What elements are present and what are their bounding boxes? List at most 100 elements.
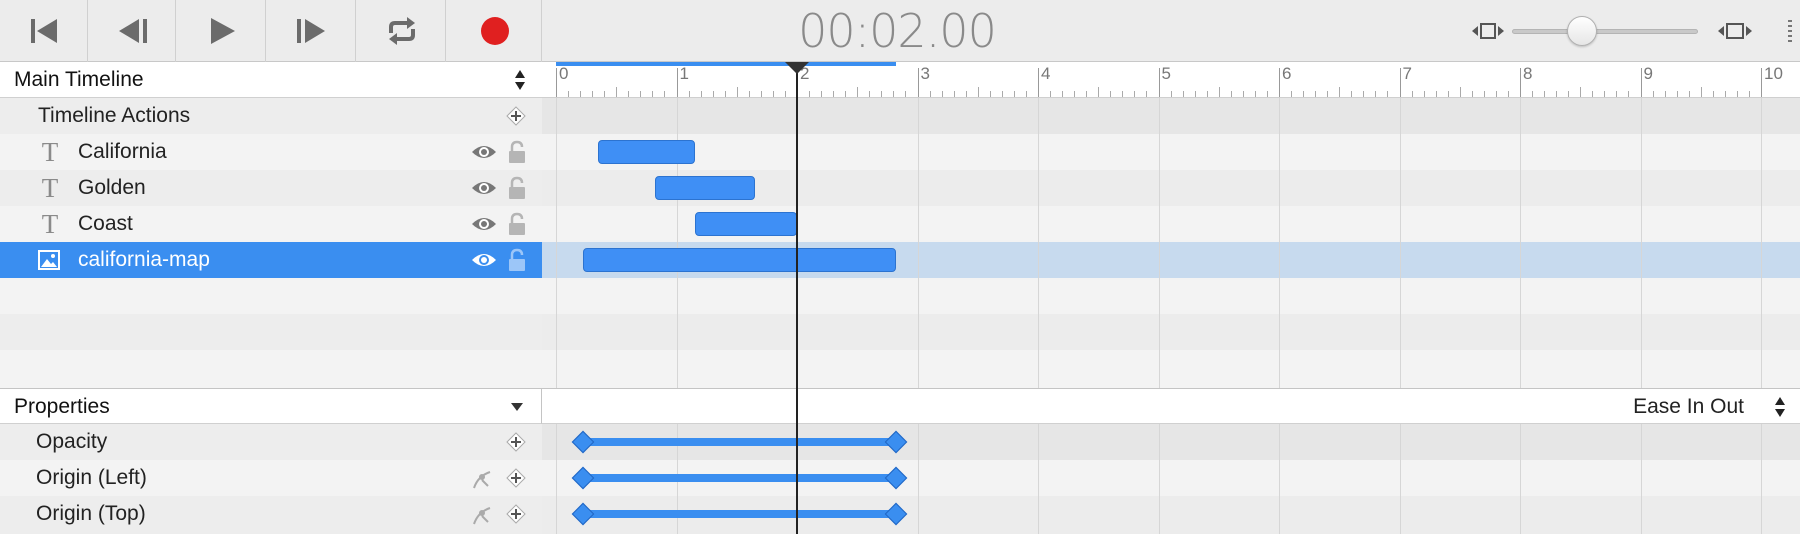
motion-path-icon[interactable] xyxy=(472,504,496,526)
zoom-knob[interactable] xyxy=(1566,16,1597,46)
step-back-button[interactable] xyxy=(88,0,176,62)
ruler-minor-tick xyxy=(712,91,714,97)
keyframe-transition-bar[interactable] xyxy=(582,474,896,482)
visibility-eye-icon[interactable] xyxy=(471,252,497,268)
ruler-major-tick xyxy=(1761,68,1762,97)
add-keyframe-icon[interactable] xyxy=(506,504,526,524)
ruler-minor-tick xyxy=(1724,91,1726,97)
stepper-arrows-icon[interactable] xyxy=(514,69,526,91)
property-tracks[interactable] xyxy=(542,424,1800,534)
ruler-minor-tick xyxy=(1254,91,1256,97)
track-lane[interactable] xyxy=(542,314,1800,350)
grid-line xyxy=(556,98,557,388)
motion-path-icon[interactable] xyxy=(472,468,496,490)
element-duration-bar[interactable] xyxy=(654,176,755,200)
ruler-minor-tick xyxy=(1387,91,1389,97)
grid-line xyxy=(1279,424,1280,534)
zoom-out-icon[interactable] xyxy=(1472,22,1504,40)
ruler-major-tick xyxy=(917,68,919,97)
ruler-minor-tick xyxy=(640,91,642,97)
element-label: california-map xyxy=(78,248,210,271)
element-duration-bar[interactable] xyxy=(694,212,797,236)
ruler-minor-tick xyxy=(1568,91,1570,97)
playhead-handle[interactable] xyxy=(785,62,809,74)
ruler-label: 0 xyxy=(559,64,569,83)
property-row-origin-top[interactable]: Origin (Top) xyxy=(0,496,542,534)
ruler-minor-tick xyxy=(1544,91,1546,97)
properties-header[interactable]: Properties xyxy=(0,388,542,424)
ruler-minor-tick xyxy=(1339,87,1341,97)
ruler-minor-tick xyxy=(1688,91,1690,97)
keyframe-transition-bar[interactable] xyxy=(582,438,896,446)
element-duration-bar[interactable] xyxy=(598,140,695,164)
text-element-icon: T xyxy=(41,173,59,203)
ruler-minor-tick xyxy=(1194,91,1196,97)
play-button[interactable] xyxy=(178,0,266,62)
visibility-eye-icon[interactable] xyxy=(471,144,497,160)
step-forward-button[interactable] xyxy=(268,0,356,62)
add-action-icon[interactable] xyxy=(506,106,526,126)
ruler-minor-tick xyxy=(1411,91,1413,97)
resize-grip-icon[interactable] xyxy=(1786,20,1794,42)
keyframe-transition-bar[interactable] xyxy=(582,510,896,518)
record-button[interactable] xyxy=(448,0,542,62)
step-forward-icon xyxy=(296,19,325,43)
ruler-minor-tick xyxy=(857,87,859,97)
ruler-minor-tick xyxy=(628,91,630,97)
timeline-tracks[interactable] xyxy=(542,98,1800,388)
property-label: Opacity xyxy=(36,430,108,453)
loop-button[interactable] xyxy=(358,0,446,62)
ruler-minor-tick xyxy=(760,91,762,97)
grid-line xyxy=(917,98,919,388)
stepper-arrows-icon[interactable] xyxy=(1774,396,1786,418)
ruler-minor-tick xyxy=(1230,91,1232,97)
element-duration-bar[interactable] xyxy=(582,248,896,272)
ruler-minor-tick xyxy=(616,87,618,97)
ruler-minor-tick xyxy=(953,91,955,97)
zoom-in-icon[interactable] xyxy=(1718,22,1752,40)
playhead[interactable] xyxy=(796,62,798,534)
lock-icon[interactable] xyxy=(508,212,526,236)
property-row-origin-left[interactable]: Origin (Left) xyxy=(0,460,542,496)
zoom-slider[interactable] xyxy=(1470,16,1760,46)
ruler-minor-tick xyxy=(1435,91,1437,97)
ruler-minor-tick xyxy=(1351,91,1353,97)
main-timeline-selector[interactable]: Main Timeline xyxy=(0,62,542,98)
track-lane[interactable] xyxy=(542,278,1800,314)
timeline-actions-row[interactable]: Timeline Actions xyxy=(0,98,542,134)
add-keyframe-icon[interactable] xyxy=(506,468,526,488)
visibility-eye-icon[interactable] xyxy=(471,216,497,232)
ruler-minor-tick xyxy=(1700,87,1702,97)
add-keyframe-icon[interactable] xyxy=(506,432,526,452)
lock-icon[interactable] xyxy=(508,140,526,164)
track-lane[interactable] xyxy=(542,134,1800,170)
track-lane[interactable] xyxy=(542,98,1800,134)
element-row-california[interactable]: T California xyxy=(0,134,542,170)
ruler-minor-tick xyxy=(664,91,666,97)
ruler-minor-tick xyxy=(1471,91,1473,97)
time-ruler[interactable]: 0 1 2 3 4 5 6 7 8 9 10 xyxy=(542,62,1800,98)
ruler-minor-tick xyxy=(1170,91,1172,97)
visibility-eye-icon[interactable] xyxy=(471,180,497,196)
skip-to-start-button[interactable] xyxy=(0,0,88,62)
text-element-icon: T xyxy=(41,209,59,239)
ruler-minor-tick xyxy=(1050,91,1052,97)
chevron-down-icon[interactable] xyxy=(510,402,524,412)
ruler-minor-tick xyxy=(1327,91,1329,97)
element-row-golden[interactable]: T Golden xyxy=(0,170,542,206)
ruler-minor-tick xyxy=(1748,91,1750,97)
lock-icon[interactable] xyxy=(508,248,526,272)
lock-icon[interactable] xyxy=(508,176,526,200)
ruler-minor-tick xyxy=(1532,91,1534,97)
grid-line xyxy=(1640,98,1642,388)
element-row-coast[interactable]: T Coast xyxy=(0,206,542,242)
element-row-california-map[interactable]: california-map xyxy=(0,242,542,278)
easing-selector[interactable]: Ease In Out xyxy=(542,388,1800,424)
play-range-bar[interactable] xyxy=(556,62,896,66)
track-lane[interactable] xyxy=(542,350,1800,388)
zoom-track[interactable] xyxy=(1512,29,1698,34)
ruler-minor-tick xyxy=(965,91,967,97)
property-row-opacity[interactable]: Opacity xyxy=(0,424,542,460)
ruler-minor-tick xyxy=(929,91,931,97)
skip-to-start-icon xyxy=(30,19,57,43)
